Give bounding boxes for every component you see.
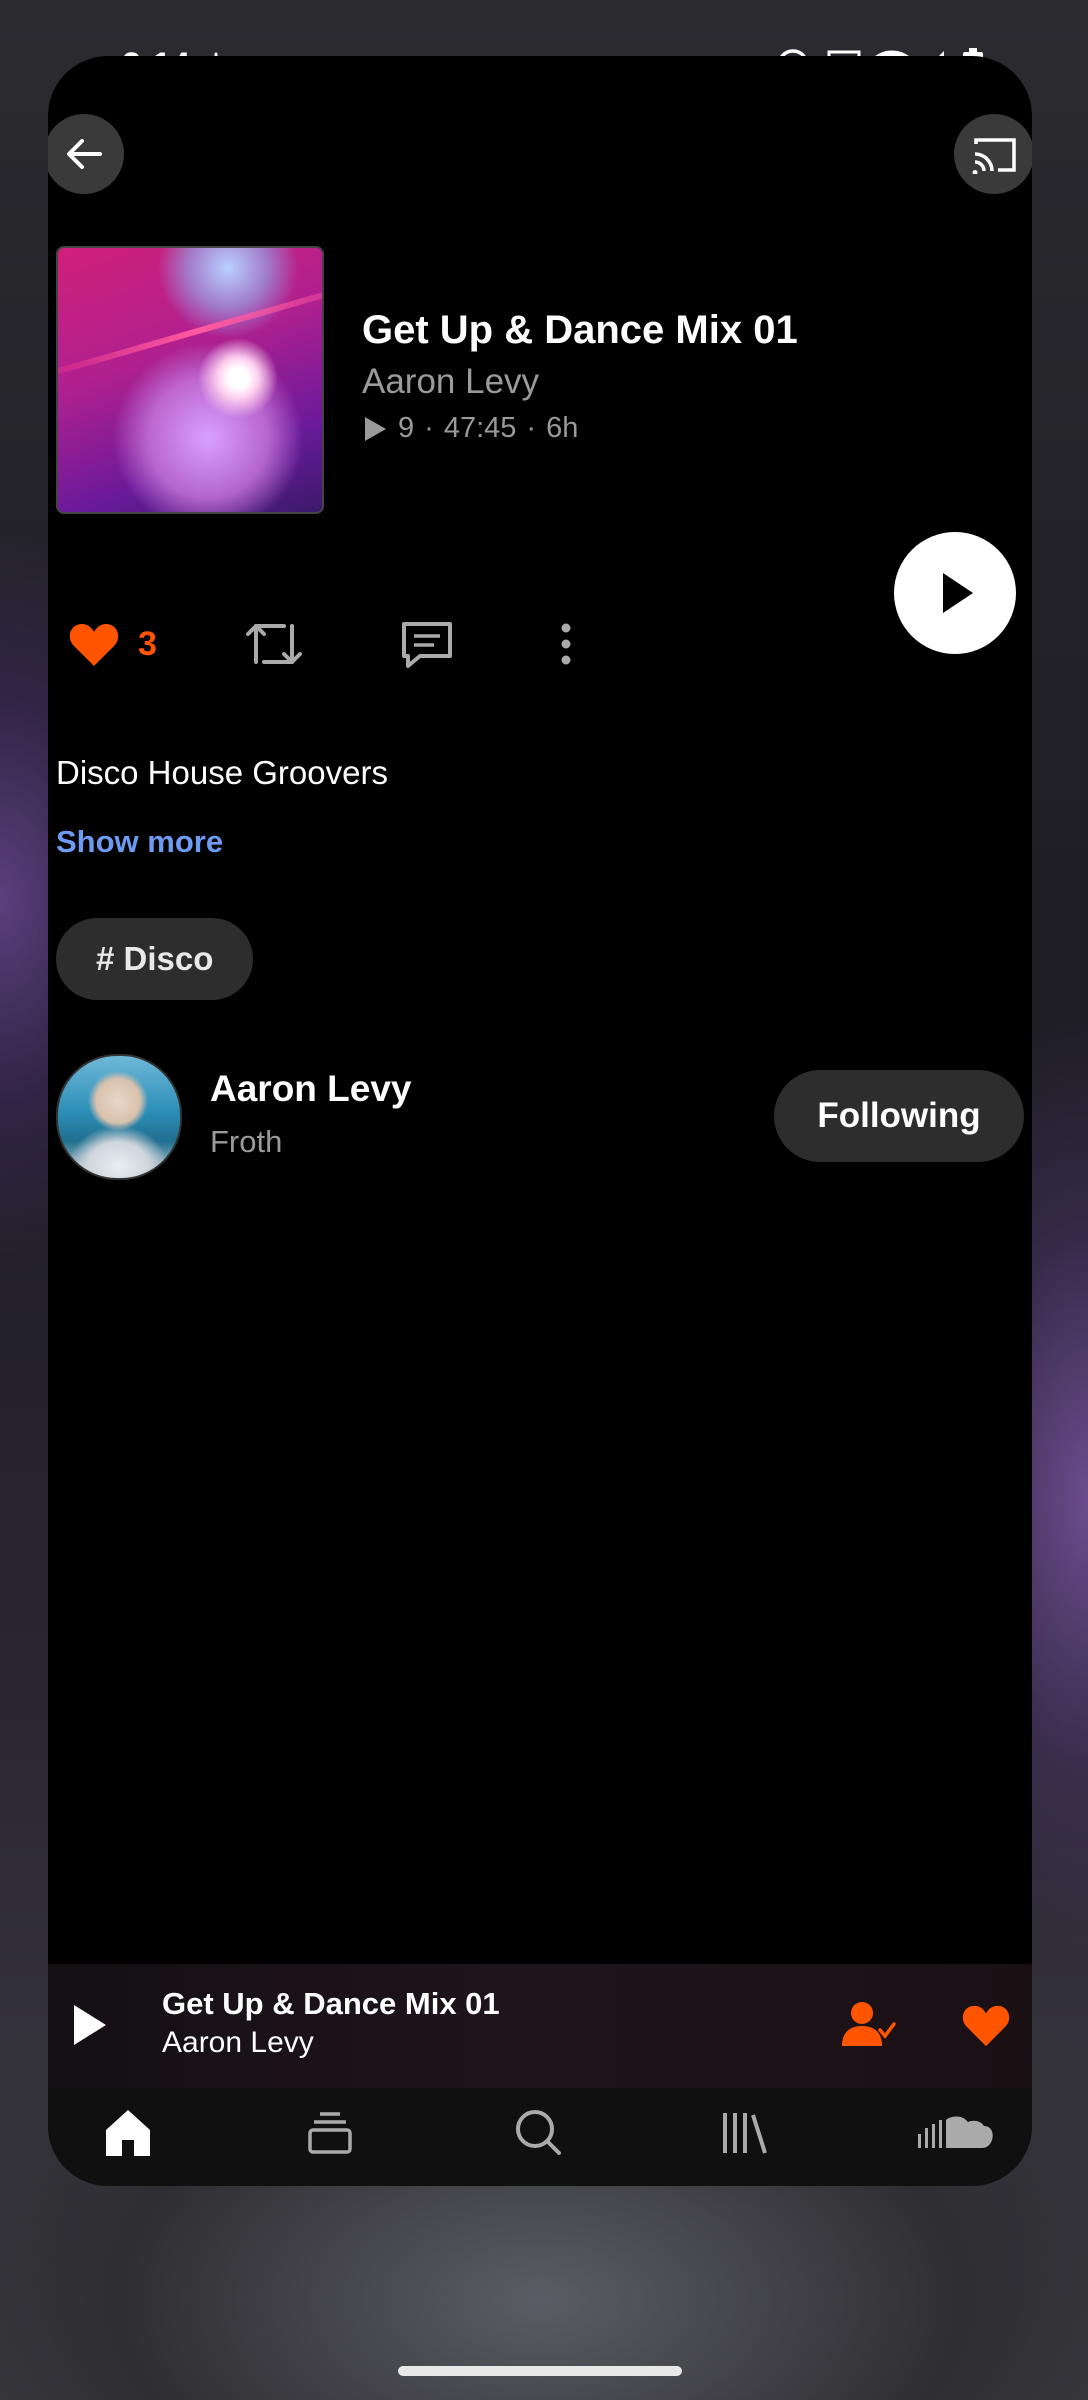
uploader-subtitle: Froth xyxy=(210,1124,283,1159)
repost-button[interactable] xyxy=(244,618,304,670)
mini-player-artist: Aaron Levy xyxy=(162,2026,314,2059)
gesture-home-bar[interactable] xyxy=(398,2366,682,2376)
play-button[interactable] xyxy=(894,532,1016,654)
library-icon xyxy=(723,2113,767,2154)
track-title: Get Up & Dance Mix 01 xyxy=(362,308,798,352)
arrow-left-icon xyxy=(67,139,102,169)
genre-tag[interactable]: # Disco xyxy=(56,918,254,1000)
heart-icon xyxy=(962,2005,1010,2047)
play-count: 9 xyxy=(398,412,415,444)
mini-play-button[interactable] xyxy=(70,2002,110,2053)
show-more-link[interactable]: Show more xyxy=(56,824,223,860)
track-artwork[interactable] xyxy=(56,246,324,514)
comment-button[interactable] xyxy=(400,620,454,670)
more-button[interactable] xyxy=(558,622,574,666)
soundcloud-icon xyxy=(918,2116,993,2148)
comment-icon xyxy=(402,622,452,668)
back-button[interactable] xyxy=(48,114,124,194)
mini-like-button[interactable] xyxy=(960,2002,1012,2053)
cast-icon xyxy=(972,138,1016,174)
repost-icon xyxy=(246,624,302,664)
nav-feed[interactable] xyxy=(290,2102,370,2162)
nav-search[interactable] xyxy=(498,2102,578,2162)
user-following-icon xyxy=(842,2002,896,2046)
meta-separator: · xyxy=(424,412,434,444)
play-icon xyxy=(943,573,973,613)
cast-button[interactable] xyxy=(954,114,1032,194)
mini-player-title: Get Up & Dance Mix 01 xyxy=(162,1986,500,2021)
play-icon xyxy=(74,2005,106,2045)
track-duration: 47:45 xyxy=(443,412,517,444)
track-artist[interactable]: Aaron Levy xyxy=(362,362,539,402)
uploader-avatar[interactable] xyxy=(56,1054,182,1180)
search-icon xyxy=(516,2110,561,2155)
heart-icon xyxy=(69,624,119,666)
like-button[interactable]: 3 xyxy=(68,620,157,668)
like-count: 3 xyxy=(138,624,157,663)
track-description: Disco House Groovers xyxy=(56,754,388,791)
bottom-nav xyxy=(48,2088,1032,2186)
mini-follow-button[interactable] xyxy=(842,2000,896,2053)
mini-player[interactable]: Get Up & Dance Mix 01 Aaron Levy xyxy=(48,1964,1032,2088)
action-bar: 3 xyxy=(48,586,1032,716)
home-icon xyxy=(106,2110,150,2156)
play-count-icon xyxy=(365,416,386,441)
meta-separator: · xyxy=(526,412,537,444)
uploader-name[interactable]: Aaron Levy xyxy=(210,1068,412,1110)
following-button[interactable]: Following xyxy=(774,1070,1024,1162)
nav-library[interactable] xyxy=(704,2102,784,2162)
feed-icon xyxy=(308,2112,352,2154)
track-age: 6h xyxy=(546,412,579,444)
track-meta: 9 · 47:45 · 6h xyxy=(362,412,578,445)
more-icon xyxy=(561,623,571,665)
nav-upload[interactable] xyxy=(916,2102,996,2162)
nav-home[interactable] xyxy=(88,2102,168,2162)
app-window: Get Up & Dance Mix 01 Aaron Levy 9 · 47:… xyxy=(48,56,1032,2186)
